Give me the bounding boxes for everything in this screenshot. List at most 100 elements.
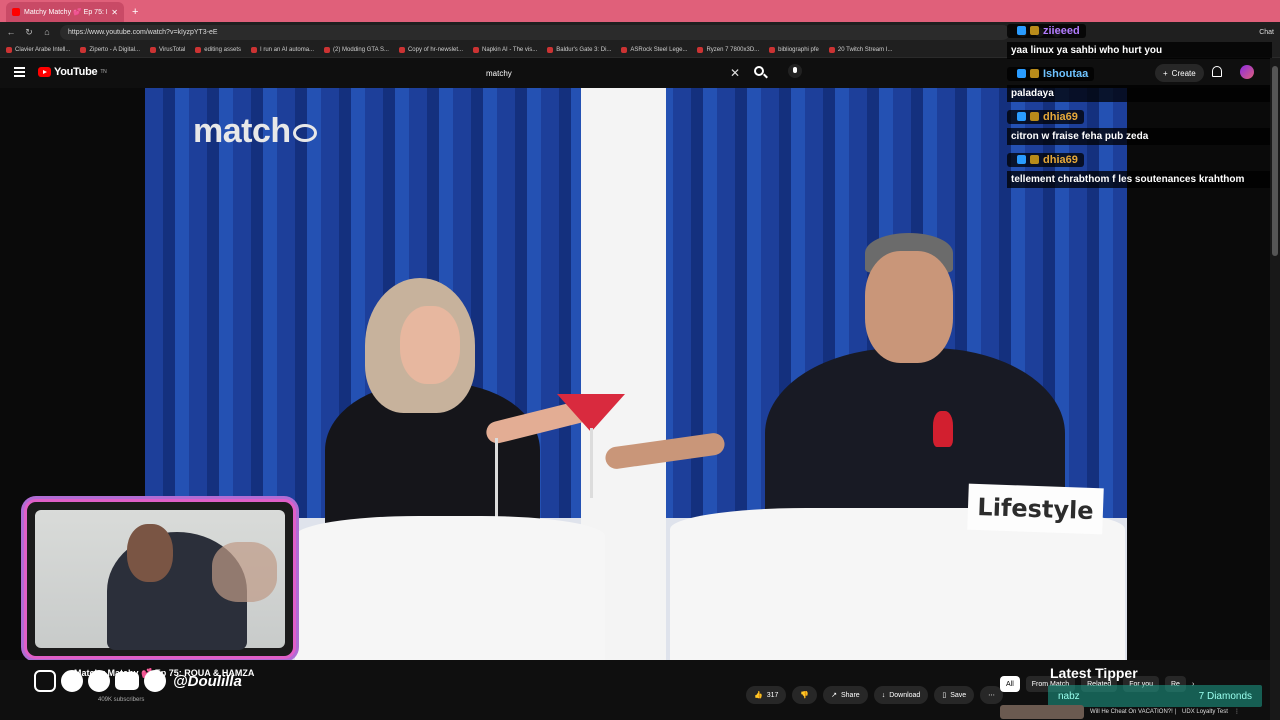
- subscriber-badge-icon: [1017, 69, 1026, 78]
- share-icon: ↗: [831, 692, 837, 699]
- hamburger-menu-icon[interactable]: [14, 67, 25, 77]
- chat-text: paladaya: [1007, 85, 1272, 102]
- bookmark-favicon-icon: [398, 46, 405, 53]
- bookmark-favicon-icon: [251, 46, 257, 53]
- suggested-title: Will He Cheat On VACATION?! |: [1090, 708, 1177, 715]
- bookmark-item[interactable]: Baldur's Gate 3: Di...: [547, 46, 612, 53]
- cocktail-glass: [557, 394, 625, 432]
- woman-face: [400, 306, 460, 384]
- reload-icon[interactable]: ↻: [24, 27, 34, 38]
- stream-chat-overlay: ziieeed yaa linux ya sahbi who hurt you Is…: [1007, 22, 1272, 194]
- youtube-play-icon: [38, 67, 51, 77]
- bookmark-favicon-icon: [6, 46, 12, 53]
- bookmark-favicon-icon: [80, 46, 87, 53]
- chat-text: citron w fraise feha pub zeda: [1007, 128, 1272, 145]
- category-sign: Lifestyle: [967, 483, 1104, 535]
- chat-username-text: dhia69: [1043, 110, 1078, 123]
- country-code: TN: [100, 69, 107, 75]
- kick-icon: [88, 670, 110, 692]
- bookmark-item[interactable]: editing assets: [195, 46, 241, 53]
- chat-text: yaa linux ya sahbi who hurt you: [1007, 42, 1272, 59]
- bookmark-label: Ryzen 7 7800x3D...: [706, 46, 760, 53]
- bookmark-item[interactable]: bibliographi pfe: [769, 46, 819, 53]
- suggested-sub: UDX Loyalty Test: [1182, 708, 1228, 715]
- search-input[interactable]: matchy ✕: [478, 63, 748, 83]
- browser-tab-strip: Matchy Matchy 💕 Ep 75: ROUA & ... ✕ +: [0, 0, 1280, 22]
- bookmark-favicon-icon: [769, 46, 776, 53]
- save-label: Save: [950, 691, 967, 699]
- chat-username: Ishoutaa: [1007, 66, 1095, 81]
- chat-message: ziieeed yaa linux ya sahbi who hurt you: [1007, 22, 1272, 59]
- youtube-social-icon: [115, 672, 139, 690]
- crown-badge-icon: [1030, 112, 1039, 121]
- microphone-icon[interactable]: [788, 64, 802, 78]
- dislike-button[interactable]: 👎: [792, 686, 818, 704]
- social-links: @Doulilla: [34, 670, 242, 692]
- glass-stem-2: [495, 438, 498, 518]
- subscriber-badge-icon: [1017, 112, 1026, 121]
- facebook-icon: [144, 670, 166, 692]
- bookmark-item[interactable]: VirusTotal: [150, 46, 185, 53]
- share-button[interactable]: ↗ Share: [823, 686, 868, 704]
- download-button[interactable]: ↓ Download: [873, 686, 929, 704]
- save-button[interactable]: ▯ Save: [934, 686, 975, 704]
- streamer-head: [127, 524, 173, 582]
- bookmark-item[interactable]: 20 Twitch Stream I...: [828, 46, 892, 53]
- handshake-icon: [292, 124, 317, 143]
- bookmark-item[interactable]: Ziperto - A Digital...: [80, 46, 140, 53]
- bookmark-label: ASRock Steel Lege...: [630, 46, 688, 53]
- url-field[interactable]: https://www.youtube.com/watch?v=kIyzpYT3…: [60, 24, 1010, 40]
- subscriber-count: 409K subscribers: [98, 697, 145, 703]
- suggested-more-icon[interactable]: ⋮: [1234, 708, 1240, 715]
- home-icon[interactable]: ⌂: [42, 27, 52, 37]
- bookmark-item[interactable]: Ryzen 7 7800x3D...: [697, 46, 760, 53]
- scrollbar-thumb[interactable]: [1272, 66, 1278, 256]
- show-logo-text: match: [193, 112, 291, 150]
- share-label: Share: [841, 691, 860, 699]
- bookmark-item[interactable]: I run an AI automa...: [251, 46, 314, 53]
- woman-guest: [325, 278, 575, 533]
- back-icon[interactable]: ←: [6, 27, 16, 37]
- chat-username: dhia69: [1007, 109, 1084, 124]
- youtube-logo[interactable]: YouTube TN: [38, 66, 107, 78]
- page-scrollbar[interactable]: [1270, 58, 1280, 720]
- bookmark-item[interactable]: Copy of hr-newslet...: [398, 46, 463, 53]
- bookmark-label: bibliographi pfe: [778, 46, 819, 53]
- new-tab-icon[interactable]: +: [132, 6, 138, 18]
- bookmark-label: Baldur's Gate 3: Di...: [556, 46, 612, 53]
- crown-badge-icon: [1030, 26, 1039, 35]
- glass-stem: [590, 428, 593, 498]
- bookmark-item[interactable]: ASRock Steel Lege...: [621, 46, 688, 53]
- crown-badge-icon: [1030, 69, 1039, 78]
- bookmark-item[interactable]: Clavier Arabe Intell...: [6, 46, 71, 53]
- search-icon[interactable]: [754, 66, 764, 76]
- suggested-video[interactable]: Will He Cheat On VACATION?! | UDX Loyalt…: [1000, 703, 1280, 720]
- more-icon: ⋯: [988, 692, 996, 699]
- url-text: https://www.youtube.com/watch?v=kIyzpYT3…: [68, 28, 218, 36]
- chat-message: dhia69 tellement chrabthom f les soutenan…: [1007, 151, 1272, 188]
- bookmark-item[interactable]: Napkin AI - The vis...: [473, 46, 537, 53]
- bookmark-label: Copy of hr-newslet...: [407, 46, 463, 53]
- bookmark-label: Clavier Arabe Intell...: [15, 46, 71, 53]
- chat-username-text: ziieeed: [1043, 24, 1080, 37]
- thumbs-up-icon: 👍: [754, 692, 763, 699]
- bookmark-favicon-icon: [195, 46, 202, 53]
- chat-username-text: Ishoutaa: [1043, 67, 1089, 80]
- download-label: Download: [889, 691, 921, 699]
- crown-badge-icon: [1030, 155, 1039, 164]
- tipper-amount: 7 Diamonds: [1198, 690, 1252, 702]
- chat-username: ziieeed: [1007, 23, 1086, 38]
- like-button[interactable]: 👍 317: [746, 686, 787, 704]
- clear-search-icon[interactable]: ✕: [730, 66, 740, 80]
- subscriber-badge-icon: [1017, 26, 1026, 35]
- bookmark-item[interactable]: (2) Modding GTA S...: [324, 46, 389, 53]
- close-tab-icon[interactable]: ✕: [111, 8, 118, 17]
- left-table: [295, 516, 605, 660]
- filter-chip[interactable]: All: [1000, 676, 1020, 692]
- bookmark-favicon-icon: [324, 46, 331, 53]
- streamer-webcam: [24, 499, 296, 659]
- browser-tab[interactable]: Matchy Matchy 💕 Ep 75: ROUA & ... ✕: [6, 2, 124, 22]
- like-count: 317: [766, 691, 779, 699]
- bookmark-label: (2) Modding GTA S...: [333, 46, 389, 53]
- chat-username: dhia69: [1007, 152, 1084, 167]
